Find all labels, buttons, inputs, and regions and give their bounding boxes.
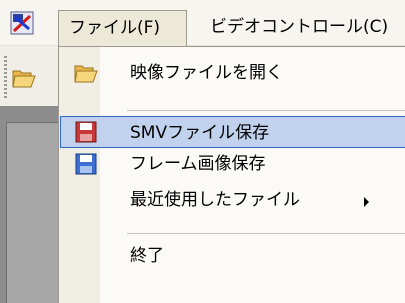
app-icon[interactable] <box>10 11 34 35</box>
menu-item-save-smv[interactable]: SMVファイル保存 <box>60 116 405 148</box>
menu-item-exit[interactable]: 終了 <box>60 240 405 272</box>
menu-item-save-frame[interactable]: フレーム画像保存 <box>60 148 405 180</box>
menu-item-open-video[interactable]: 映像ファイルを開く <box>60 57 405 89</box>
open-folder-icon[interactable] <box>12 67 36 89</box>
menu-item-recent-files[interactable]: 最近使用したファイル <box>60 184 405 216</box>
toolbar-grip[interactable] <box>4 56 7 100</box>
menu-item-label: 終了 <box>130 246 164 266</box>
menu-video-control[interactable]: ビデオコントロール(C) <box>200 10 388 46</box>
menu-file[interactable]: ファイル(F) <box>58 10 187 46</box>
save-smv-icon <box>75 121 97 143</box>
menu-separator <box>127 110 405 111</box>
open-folder-icon <box>74 65 98 83</box>
menu-item-label: SMVファイル保存 <box>130 123 270 143</box>
content-panel <box>6 122 58 303</box>
file-dropdown-menu: 映像ファイルを開く SMVファイル保存 フレーム画像保存 最近使用したファイル … <box>58 46 405 303</box>
menu-item-label: 映像ファイルを開く <box>130 63 283 83</box>
save-frame-icon <box>75 153 97 175</box>
menu-separator <box>127 233 405 234</box>
menu-item-label: フレーム画像保存 <box>130 154 266 174</box>
menu-item-label: 最近使用したファイル <box>130 190 300 210</box>
submenu-arrow-icon <box>364 197 369 207</box>
